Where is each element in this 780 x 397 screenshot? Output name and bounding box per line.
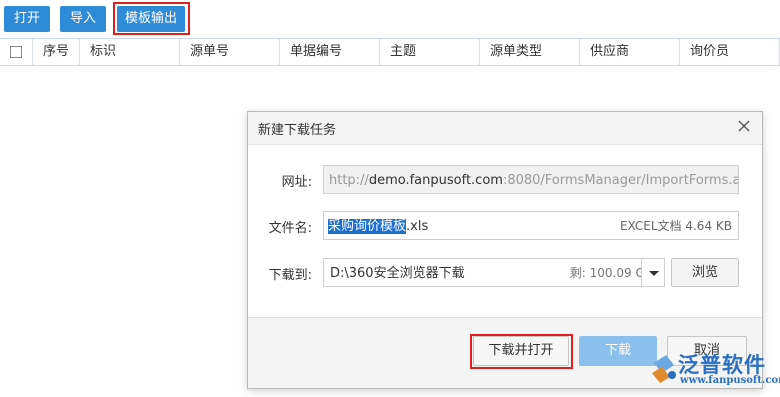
select-all-cell (0, 39, 33, 65)
column-header-supplier[interactable]: 供应商 (580, 39, 680, 65)
logo-site: www.fanpusoft.com (680, 375, 780, 386)
download-dir-label: 下载到: (268, 268, 312, 283)
filename-label: 文件名: (268, 221, 312, 236)
download-button[interactable]: 下载 (579, 336, 657, 366)
template-export-highlight (113, 2, 190, 35)
download-dir-path: D:\360安全浏览器下载 (330, 266, 465, 281)
url-label: 网址: (281, 175, 312, 190)
url-domain: demo.fanpusoft.com (368, 173, 503, 188)
column-header-seq[interactable]: 序号 (33, 39, 80, 65)
download-and-open-highlight (470, 334, 573, 369)
dialog-body: 网址: http://demo.fanpusoft.com:8080/Forms… (248, 144, 762, 318)
import-button[interactable]: 导入 (60, 6, 106, 32)
column-header-doc-no[interactable]: 单据编号 (280, 39, 380, 65)
filename-selected-text: 采购询价模板 (328, 219, 407, 234)
select-all-checkbox[interactable] (10, 46, 22, 58)
filename-field[interactable]: 采购询价模板.xls EXCEL文档 4.64 KB (323, 211, 739, 240)
url-rest: :8080/FormsManager/ImportForms.aspx?Fo (502, 173, 738, 188)
column-header-flag[interactable]: 标识 (80, 39, 180, 65)
url-field[interactable]: http://demo.fanpusoft.com:8080/FormsMana… (323, 165, 739, 194)
dir-dropdown-button[interactable] (641, 258, 665, 287)
column-header-subject[interactable]: 主题 (380, 39, 480, 65)
filename-extension: .xls (406, 219, 429, 234)
close-icon[interactable] (736, 118, 752, 134)
chevron-down-icon (649, 271, 659, 276)
url-prefix: http:// (329, 173, 369, 188)
open-button[interactable]: 打开 (4, 6, 50, 32)
column-header-source-type[interactable]: 源单类型 (480, 39, 580, 65)
download-dir-field[interactable]: D:\360安全浏览器下载 剩: 100.09 GB (323, 258, 662, 287)
file-info: EXCEL文档 4.64 KB (619, 219, 732, 233)
grid-header: 序号 标识 源单号 单据编号 主题 源单类型 供应商 询价员 (0, 38, 780, 66)
column-header-source-no[interactable]: 源单号 (180, 39, 280, 65)
column-header-inquirer[interactable]: 询价员 (680, 39, 780, 65)
watermark-logo: 泛普软件 www.fanpusoft.com (650, 349, 780, 391)
browse-button[interactable]: 浏览 (671, 258, 739, 287)
dialog-title: 新建下载任务 (258, 123, 337, 138)
logo-mark-icon (652, 355, 676, 383)
